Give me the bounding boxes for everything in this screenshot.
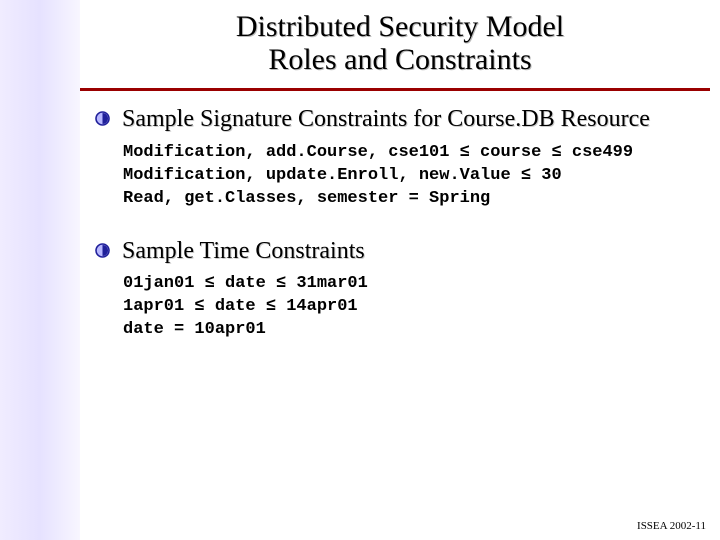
title-line-2: Roles and Constraints	[268, 43, 531, 76]
bullet-item: Sample Time Constraints	[95, 237, 705, 266]
code-block: 01jan01 ≤ date ≤ 31mar01 1apr01 ≤ date ≤…	[123, 273, 705, 342]
bullet-text: Sample Time Constraints	[122, 237, 365, 266]
bullet-text: Sample Signature Constraints for Course.…	[122, 105, 650, 134]
bullet-icon	[95, 111, 110, 131]
bullet-icon	[95, 243, 110, 263]
sidebar	[0, 0, 80, 540]
title-line-1: Distributed Security Model	[236, 10, 564, 43]
bullet-item: Sample Signature Constraints for Course.…	[95, 105, 705, 134]
slide-footer: ISSEA 2002-11	[637, 520, 706, 532]
slide: UCONN	[0, 0, 720, 540]
code-block: Modification, add.Course, cse101 ≤ cours…	[123, 142, 705, 211]
slide-body: Sample Signature Constraints for Course.…	[95, 105, 705, 368]
slide-title: Distributed Security Model Roles and Con…	[120, 10, 680, 76]
title-divider	[80, 88, 710, 91]
